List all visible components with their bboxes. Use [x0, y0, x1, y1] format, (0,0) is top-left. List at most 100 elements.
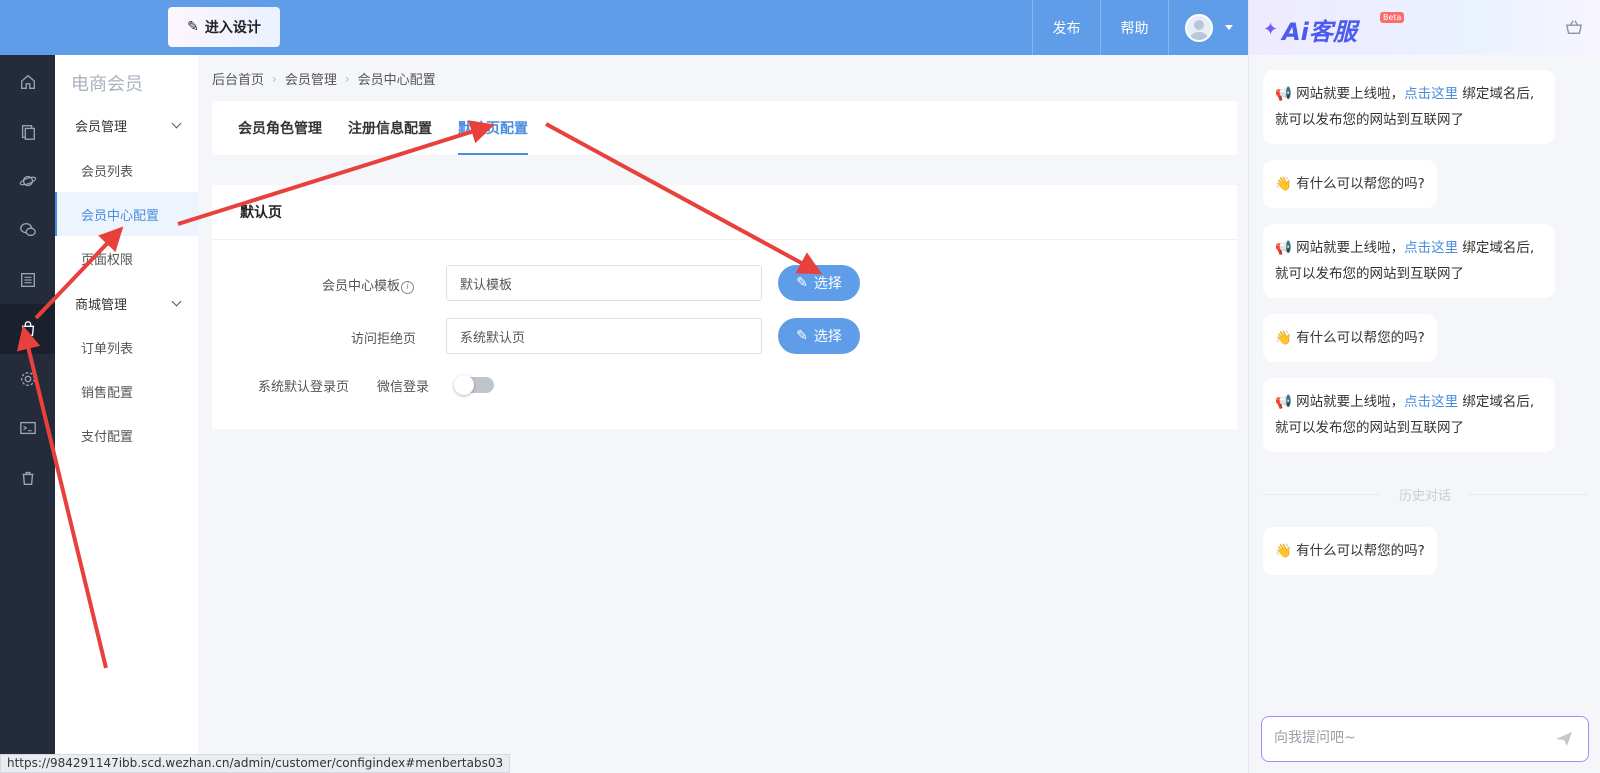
choose-denied-button[interactable]: ✎ 选择 — [778, 318, 860, 354]
rail-settings[interactable] — [0, 354, 55, 404]
divider-line — [1469, 494, 1588, 495]
rail-list[interactable] — [0, 255, 55, 305]
rail-terminal[interactable] — [0, 403, 55, 453]
sidebar-group-shop[interactable]: 商城管理 — [55, 283, 198, 323]
send-icon[interactable] — [1554, 729, 1574, 749]
message-text: 网站就要上线啦， — [1296, 240, 1405, 256]
tab-register-info[interactable]: 注册信息配置 — [348, 101, 432, 155]
basket-icon[interactable] — [1565, 18, 1583, 36]
sidebar-title: 电商会员 — [71, 74, 143, 95]
breadcrumb-home[interactable]: 后台首页 — [212, 69, 264, 88]
chat-logo: ✦ Ai客服 — [1263, 12, 1357, 47]
history-label[interactable]: 历史对话 — [1399, 485, 1451, 504]
publish-label: 发布 — [1052, 20, 1081, 37]
tab-member-roles[interactable]: 会员角色管理 — [238, 101, 322, 155]
waving-hand-icon: 👋 — [1275, 543, 1292, 559]
waving-hand-icon: 👋 — [1275, 330, 1292, 346]
chat-logo-text: Ai客服 — [1282, 18, 1357, 46]
message-text: 网站就要上线啦， — [1296, 86, 1405, 102]
choose-template-button[interactable]: ✎ 选择 — [778, 265, 860, 301]
breadcrumb: 后台首页 › 会员管理 › 会员中心配置 — [212, 69, 436, 89]
sidebar-item-label: 订单列表 — [81, 341, 134, 357]
sidebar-item-payment[interactable]: 支付配置 — [55, 413, 198, 457]
pencil-icon: ✎ — [796, 275, 808, 291]
pencil-icon: ✎ — [187, 19, 199, 35]
terminal-icon — [19, 421, 36, 435]
chevron-down-icon — [171, 296, 182, 306]
chat-message-help: 👋 有什么可以帮您的吗? — [1263, 314, 1437, 362]
rail-trash[interactable] — [0, 453, 55, 503]
denied-page-input[interactable] — [446, 318, 762, 354]
default-page-card: 默认页 会员中心模板i ✎ 选择 访问拒绝页 ✎ 选择 系统默认登录页 微信登录 — [212, 185, 1237, 429]
sidebar-item-page-permission[interactable]: 页面权限 — [55, 236, 198, 280]
sidebar-item-member-list[interactable]: 会员列表 — [55, 148, 198, 192]
message-text: 有什么可以帮您的吗? — [1296, 330, 1425, 346]
user-menu[interactable] — [1168, 0, 1248, 55]
sidebar-item-orders[interactable]: 订单列表 — [55, 325, 198, 369]
wechat-login-toggle[interactable] — [454, 375, 494, 395]
chat-input[interactable] — [1262, 717, 1532, 759]
click-here-link[interactable]: 点击这里 — [1404, 240, 1458, 256]
tab-default-page[interactable]: 默认页配置 — [458, 101, 528, 155]
breadcrumb-separator-icon: › — [272, 71, 277, 86]
choose-label: 选择 — [813, 329, 842, 345]
rail-member[interactable] — [0, 304, 55, 354]
trash-icon — [22, 471, 33, 485]
message-text: 有什么可以帮您的吗? — [1296, 176, 1425, 192]
template-input[interactable] — [446, 265, 762, 301]
caret-down-icon — [1224, 25, 1233, 30]
avatar — [1184, 13, 1213, 42]
chat-message-launch: 📢 网站就要上线啦，点击这里 绑定域名后,就可以发布您的网站到互联网了 — [1263, 224, 1555, 298]
planet-icon — [19, 175, 36, 187]
chat-input-box — [1261, 716, 1589, 762]
sidebar-group-label: 会员管理 — [75, 119, 128, 135]
tab-bar: 会员角色管理 注册信息配置 默认页配置 — [212, 101, 1237, 155]
sidebar-item-label: 销售配置 — [81, 385, 134, 401]
waving-hand-icon: 👋 — [1275, 176, 1292, 192]
chat-message-launch: 📢 网站就要上线啦，点击这里 绑定域名后,就可以发布您的网站到互联网了 — [1263, 378, 1555, 452]
rail-wechat[interactable] — [0, 205, 55, 255]
pages-icon — [21, 125, 35, 140]
message-text: 有什么可以帮您的吗? — [1296, 543, 1425, 559]
click-here-link[interactable]: 点击这里 — [1404, 86, 1458, 102]
sidebar-item-label: 页面权限 — [81, 252, 134, 268]
rail-pages[interactable] — [0, 107, 55, 157]
template-label-wrap: 会员中心模板 i — [322, 275, 415, 294]
icon-rail — [0, 55, 55, 773]
ai-chat-panel: ✦ Ai客服 Beta 📢 网站就要上线啦，点击这里 绑定域名后,就可以发布您的… — [1248, 0, 1600, 773]
breadcrumb-member[interactable]: 会员管理 — [285, 69, 337, 88]
breadcrumb-separator-icon: › — [344, 71, 350, 86]
secondary-sidebar: 电商会员 会员管理 会员列表 会员中心配置 页面权限 商城管理 订单列表 销售配… — [55, 55, 198, 773]
chat-message-launch: 📢 网站就要上线啦，点击这里 绑定域名后,就可以发布您的网站到互联网了 — [1263, 70, 1555, 144]
wechat-login-label: 微信登录 — [377, 380, 430, 395]
sidebar-group-member[interactable]: 会员管理 — [55, 105, 198, 145]
chat-message-help: 👋 有什么可以帮您的吗? — [1263, 160, 1437, 208]
help-button[interactable]: 帮助 — [1100, 0, 1168, 55]
choose-label: 选择 — [813, 276, 842, 292]
info-icon[interactable]: i — [401, 281, 415, 294]
sparkle-icon: ✦ — [1263, 19, 1279, 40]
sidebar-item-member-center[interactable]: 会员中心配置 — [55, 192, 198, 236]
logo-area — [0, 0, 158, 55]
home-icon — [20, 74, 35, 89]
chevron-down-icon — [171, 118, 182, 128]
megaphone-icon: 📢 — [1275, 240, 1292, 256]
login-page-label: 系统默认登录页 — [258, 380, 350, 395]
sidebar-item-label: 支付配置 — [81, 429, 134, 445]
enter-design-button[interactable]: ✎ 进入设计 — [168, 7, 280, 47]
rail-home[interactable] — [0, 57, 55, 107]
denied-label: 访问拒绝页 — [351, 332, 417, 347]
toggle-knob — [454, 375, 474, 395]
sidebar-item-sales[interactable]: 销售配置 — [55, 369, 198, 413]
rail-planet[interactable] — [0, 156, 55, 206]
click-here-link[interactable]: 点击这里 — [1404, 394, 1458, 410]
card-title: 默认页 — [212, 185, 1237, 240]
top-bar: ✎ 进入设计 发布 帮助 — [0, 0, 1248, 55]
message-text: 网站就要上线啦， — [1296, 394, 1405, 410]
list-icon — [20, 273, 35, 287]
divider-line — [1263, 494, 1381, 495]
pencil-icon: ✎ — [796, 328, 808, 344]
settings-icon — [20, 372, 35, 386]
publish-button[interactable]: 发布 — [1032, 0, 1100, 55]
history-divider: 历史对话 — [1263, 485, 1588, 504]
